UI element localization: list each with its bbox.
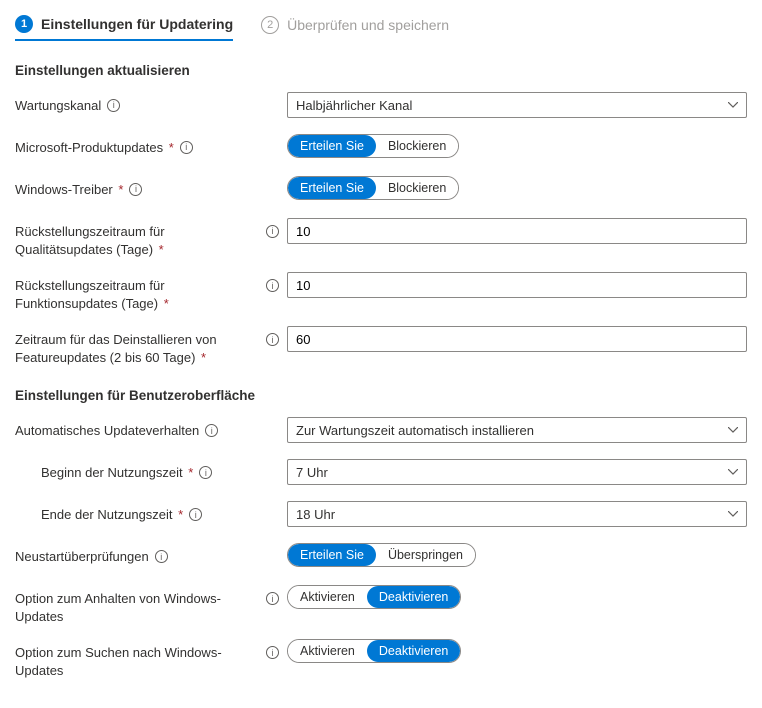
- option-allow[interactable]: Erteilen Sie: [288, 135, 376, 157]
- required-star: *: [197, 350, 206, 365]
- info-icon[interactable]: i: [266, 279, 279, 292]
- info-icon[interactable]: i: [205, 424, 218, 437]
- step-number-2: 2: [261, 16, 279, 34]
- info-icon[interactable]: i: [266, 333, 279, 346]
- toggle-windows-drivers: Erteilen Sie Blockieren: [287, 176, 459, 200]
- option-enable[interactable]: Aktivieren: [288, 586, 367, 608]
- select-servicing-channel[interactable]: Halbjährlicher Kanal: [287, 92, 747, 118]
- tab-update-ring-settings[interactable]: 1 Einstellungen für Updatering: [15, 15, 233, 41]
- select-value: 18 Uhr: [296, 507, 335, 522]
- label-windows-drivers: Windows-Treiber: [15, 182, 113, 197]
- option-allow[interactable]: Erteilen Sie: [288, 544, 376, 566]
- option-block[interactable]: Blockieren: [376, 177, 458, 199]
- required-star: *: [175, 507, 184, 522]
- select-value: Zur Wartungszeit automatisch installiere…: [296, 423, 534, 438]
- section-heading-update-settings: Einstellungen aktualisieren: [15, 63, 747, 78]
- select-auto-behavior[interactable]: Zur Wartungszeit automatisch installiere…: [287, 417, 747, 443]
- option-disable[interactable]: Deaktivieren: [367, 586, 460, 608]
- label-servicing-channel: Wartungskanal: [15, 97, 101, 115]
- input-feature-deferral[interactable]: [287, 272, 747, 298]
- step-number-1: 1: [15, 15, 33, 33]
- option-disable[interactable]: Deaktivieren: [367, 640, 460, 662]
- info-icon[interactable]: i: [266, 646, 279, 659]
- info-icon[interactable]: i: [266, 225, 279, 238]
- required-star: *: [160, 296, 169, 311]
- label-product-updates: Microsoft-Produktupdates: [15, 140, 163, 155]
- section-heading-ux-settings: Einstellungen für Benutzeroberfläche: [15, 388, 747, 403]
- info-icon[interactable]: i: [180, 141, 193, 154]
- chevron-down-icon: [728, 467, 738, 477]
- toggle-product-updates: Erteilen Sie Blockieren: [287, 134, 459, 158]
- option-block[interactable]: Blockieren: [376, 135, 458, 157]
- info-icon[interactable]: i: [266, 592, 279, 605]
- chevron-down-icon: [728, 509, 738, 519]
- label-active-hours-end: Ende der Nutzungszeit: [41, 507, 173, 522]
- select-active-hours-start[interactable]: 7 Uhr: [287, 459, 747, 485]
- option-enable[interactable]: Aktivieren: [288, 640, 367, 662]
- label-active-hours-start: Beginn der Nutzungszeit: [41, 465, 183, 480]
- required-star: *: [185, 465, 194, 480]
- toggle-check-option: Aktivieren Deaktivieren: [287, 639, 461, 663]
- info-icon[interactable]: i: [189, 508, 202, 521]
- toggle-restart-checks: Erteilen Sie Überspringen: [287, 543, 476, 567]
- required-star: *: [155, 242, 164, 257]
- option-skip[interactable]: Überspringen: [376, 544, 475, 566]
- toggle-pause-option: Aktivieren Deaktivieren: [287, 585, 461, 609]
- input-quality-deferral[interactable]: [287, 218, 747, 244]
- chevron-down-icon: [728, 425, 738, 435]
- required-star: *: [115, 182, 124, 197]
- info-icon[interactable]: i: [199, 466, 212, 479]
- tab-bar: 1 Einstellungen für Updatering 2 Überprü…: [15, 15, 747, 41]
- info-icon[interactable]: i: [155, 550, 168, 563]
- tab-review-save[interactable]: 2 Überprüfen und speichern: [261, 15, 449, 41]
- label-pause-option: Option zum Anhalten von Windows-Updates: [15, 590, 260, 625]
- label-uninstall-period: Zeitraum für das Deinstallieren von Feat…: [15, 332, 217, 365]
- required-star: *: [165, 140, 174, 155]
- label-auto-behavior: Automatisches Updateverhalten: [15, 422, 199, 440]
- info-icon[interactable]: i: [107, 99, 120, 112]
- tab-label: Überprüfen und speichern: [287, 17, 449, 33]
- select-active-hours-end[interactable]: 18 Uhr: [287, 501, 747, 527]
- option-allow[interactable]: Erteilen Sie: [288, 177, 376, 199]
- tab-label: Einstellungen für Updatering: [41, 16, 233, 32]
- label-feature-deferral: Rückstellungszeitraum für Funktionsupdat…: [15, 278, 165, 311]
- select-value: 7 Uhr: [296, 465, 328, 480]
- select-value: Halbjährlicher Kanal: [296, 98, 412, 113]
- label-restart-checks: Neustartüberprüfungen: [15, 548, 149, 566]
- label-quality-deferral: Rückstellungszeitraum für Qualitätsupdat…: [15, 224, 165, 257]
- chevron-down-icon: [728, 100, 738, 110]
- input-uninstall-period[interactable]: [287, 326, 747, 352]
- label-check-option: Option zum Suchen nach Windows-Updates: [15, 644, 260, 679]
- info-icon[interactable]: i: [129, 183, 142, 196]
